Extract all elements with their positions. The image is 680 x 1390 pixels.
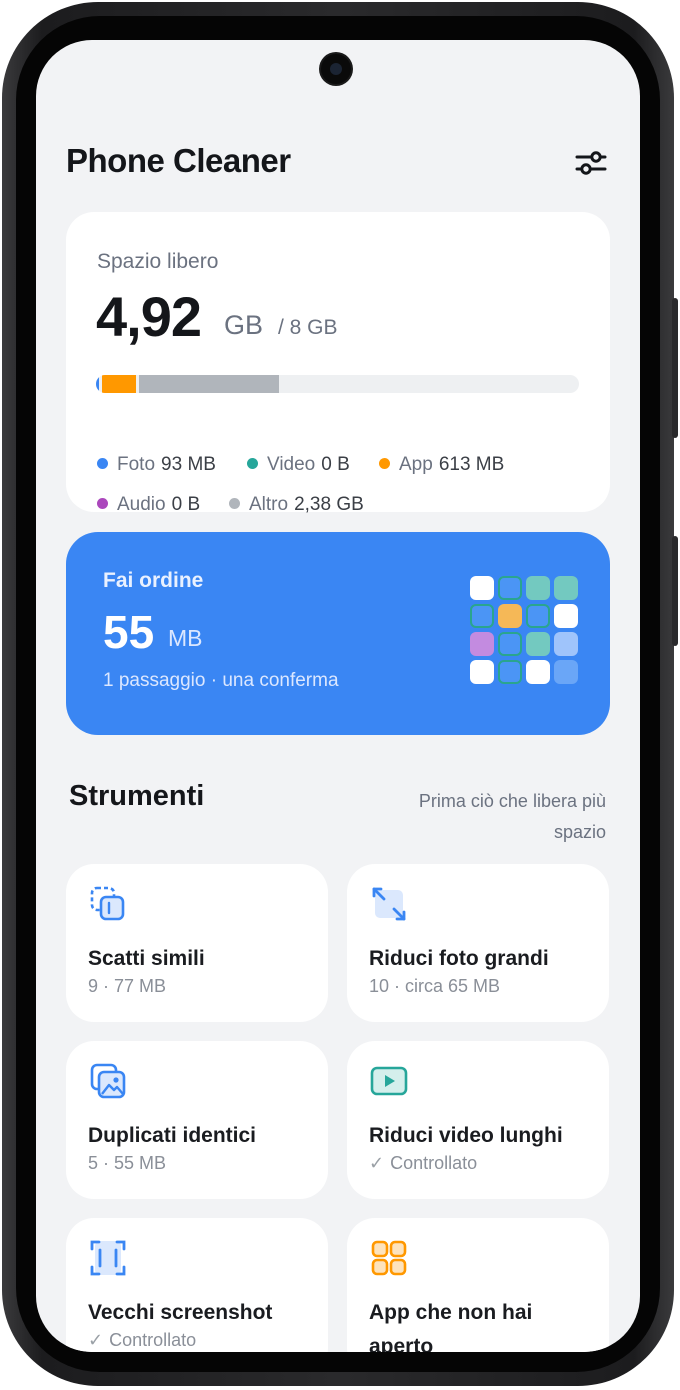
duplicates-icon: [88, 1061, 128, 1101]
legend-dot: [247, 458, 258, 469]
tool-old-screenshots[interactable]: Vecchi screenshot ✓ Controllato: [66, 1218, 328, 1352]
screenshot-icon: [88, 1238, 128, 1278]
grid-cell: [554, 660, 578, 684]
legend-label: Foto: [117, 454, 156, 475]
tool-name: Vecchi screenshot: [88, 1301, 273, 1324]
cleanup-card[interactable]: Fai ordine 55 MB 1 passaggio · una confe…: [66, 532, 610, 735]
grid-cell: [526, 576, 550, 600]
legend-label: Audio: [117, 494, 166, 515]
grid-cell: [554, 632, 578, 656]
storage-bar: [96, 375, 579, 393]
grid-cell: [498, 660, 522, 684]
legend-foto: Foto 93 MB: [97, 454, 216, 476]
legend-app: App 613 MB: [379, 454, 504, 476]
tool-meta: 9 · 77 MB: [88, 976, 167, 996]
legend-dot: [97, 458, 108, 469]
grid-cell: [526, 604, 550, 628]
legend-label: App: [399, 454, 433, 475]
free-space-value: 4,92: [96, 285, 202, 348]
tool-shrink-photos[interactable]: Riduci foto grandi 10 · circa 65 MB: [347, 864, 609, 1022]
app-title: Phone Cleaner: [66, 142, 291, 179]
tool-meta: ✓ Controllato: [88, 1330, 196, 1351]
tool-unused-apps[interactable]: App che non hai aperto: [347, 1218, 609, 1352]
cleanup-unit: MB: [168, 625, 203, 651]
tool-name: Riduci foto grandi: [369, 947, 549, 970]
cleanup-subtitle: 1 passaggio · una conferma: [103, 670, 339, 691]
legend-value: 2,38 GB: [294, 494, 364, 515]
grid-cell: [554, 604, 578, 628]
tool-name: Riduci video lunghi: [369, 1124, 563, 1147]
legend-value: 0 B: [171, 494, 201, 515]
screen: Phone Cleaner Spazio libero 4,92 GB / 8 …: [36, 40, 640, 1352]
tool-name: App che non hai aperto: [369, 1301, 533, 1352]
grid-cell: [470, 632, 494, 656]
legend-altro: Altro 2,38 GB: [229, 494, 364, 516]
legend-label: Video: [267, 454, 316, 475]
legend-video: Video 0 B: [247, 454, 350, 476]
tool-meta: ✓ Controllato: [369, 1153, 477, 1174]
storage-card: Spazio libero 4,92 GB / 8 GB Foto 93 MB V…: [66, 212, 610, 515]
legend-dot: [97, 498, 108, 509]
tool-name: Scatti simili: [88, 947, 205, 970]
grid-cell: [470, 660, 494, 684]
total-space: / 8 GB: [278, 316, 338, 339]
tool-meta: 5 · 55 MB: [88, 1153, 167, 1173]
grid-cell: [498, 604, 522, 628]
tool-name: Duplicati identici: [88, 1124, 257, 1147]
tool-meta: 10 · circa 65 MB: [369, 976, 501, 996]
free-space-label: Spazio libero: [97, 250, 219, 273]
grid-cell: [554, 576, 578, 600]
grid-cell: [526, 660, 550, 684]
legend-audio: Audio 0 B: [97, 494, 200, 516]
apps-grid-icon: [369, 1238, 409, 1278]
tools-hint: Prima ciò che libera più spazio: [418, 791, 606, 842]
checkmark-icon: ✓: [369, 1153, 385, 1173]
legend-label: Altro: [249, 494, 289, 515]
tool-similar-shots[interactable]: Scatti simili 9 · 77 MB: [66, 864, 328, 1022]
tools-title: Strumenti: [69, 780, 205, 812]
tool-duplicates[interactable]: Duplicati identici 5 · 55 MB: [66, 1041, 328, 1199]
grid-cell: [470, 604, 494, 628]
free-space-unit: GB: [224, 310, 264, 340]
filters-button[interactable]: [574, 148, 608, 178]
volume-button: [672, 298, 678, 438]
legend-dot: [229, 498, 240, 509]
legend-value: 93 MB: [161, 454, 216, 475]
grid-cell: [526, 632, 550, 656]
bar-segment-foto: [96, 375, 99, 393]
legend-dot: [379, 458, 390, 469]
bar-segment-altro: [138, 375, 280, 393]
cleanup-value: 55: [103, 606, 155, 658]
photo-grid-illustration: [470, 576, 578, 684]
legend-value: 0 B: [321, 454, 350, 475]
grid-cell: [470, 576, 494, 600]
tool-status: Controllato: [390, 1153, 478, 1173]
checkmark-icon: ✓: [88, 1330, 104, 1350]
legend-value: 613 MB: [438, 454, 505, 475]
grid-cell: [498, 632, 522, 656]
tool-shrink-videos[interactable]: Riduci video lunghi ✓ Controllato: [347, 1041, 609, 1199]
power-button: [672, 536, 678, 646]
cleanup-title: Fai ordine: [103, 569, 204, 592]
front-camera: [321, 54, 351, 84]
sliders-icon: [575, 151, 607, 175]
similar-photos-icon: [88, 884, 128, 924]
grid-cell: [498, 576, 522, 600]
bar-segment-app: [101, 375, 136, 393]
resize-icon: [369, 884, 409, 924]
video-icon: [369, 1061, 409, 1101]
tool-status: Controllato: [109, 1330, 197, 1350]
